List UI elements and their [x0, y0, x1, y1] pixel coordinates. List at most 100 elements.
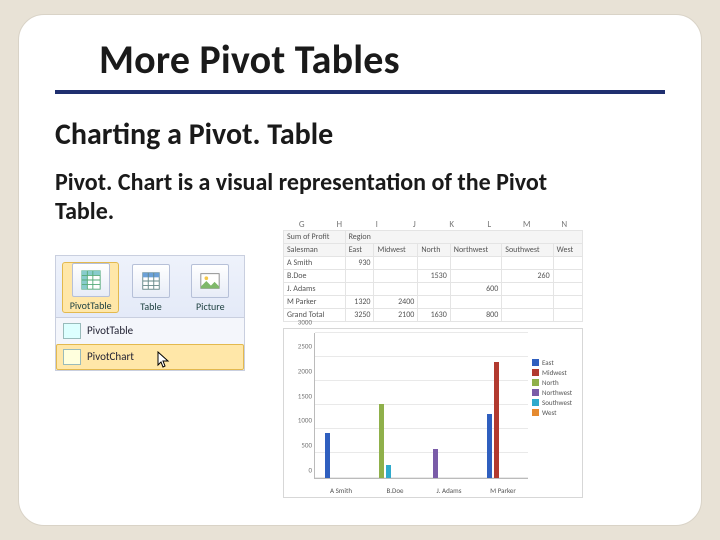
legend-item: East — [532, 358, 580, 367]
chart-bar — [379, 404, 384, 478]
menu-pivotchart-label: PivotChart — [87, 350, 134, 363]
chart-ytick: 1500 — [286, 391, 312, 400]
col-header: H — [321, 219, 359, 230]
pivot-cell: 1630 — [418, 308, 450, 321]
legend-swatch — [532, 369, 539, 376]
pivottable-label: PivotTable — [70, 299, 112, 312]
col-header: M — [508, 219, 546, 230]
chart-ytick: 2500 — [286, 342, 312, 351]
chart-ytick: 3000 — [286, 317, 312, 326]
pivot-corner: Sum of Profit — [284, 230, 346, 243]
pivottable-icon — [72, 263, 110, 297]
figures-row: PivotTable Table Picture — [55, 233, 665, 498]
chart-bar — [433, 449, 438, 478]
chart-ytick: 1000 — [286, 416, 312, 425]
chart-bar — [386, 465, 391, 478]
pivot-cell — [553, 295, 582, 308]
pivot-rowname: B.Doe — [284, 269, 346, 282]
col-header: L — [471, 219, 509, 230]
chart-legend: EastMidwestNorthNorthwestSouthwestWest — [532, 357, 580, 418]
pivot-cell: 600 — [450, 282, 501, 295]
pivot-cell — [418, 295, 450, 308]
legend-label: East — [542, 358, 554, 367]
ribbon-insert: PivotTable Table Picture — [55, 255, 245, 371]
pivot-region-label: Region — [345, 230, 582, 243]
pivot-and-chart: GHIJKLMN Sum of Profit Region SalesmanEa… — [283, 219, 583, 498]
chart-ytick: 500 — [286, 440, 312, 449]
pivot-cell — [502, 282, 553, 295]
legend-swatch — [532, 389, 539, 396]
pivot-cell: 260 — [502, 269, 553, 282]
pivot-chart: EastMidwestNorthNorthwestSouthwestWest 0… — [283, 328, 583, 498]
pivot-region: East — [345, 243, 374, 256]
col-header: N — [546, 219, 584, 230]
ribbon-buttons: PivotTable Table Picture — [56, 256, 244, 317]
pivot-region: Southwest — [502, 243, 553, 256]
pivot-cell: 1530 — [418, 269, 450, 282]
pivot-cell — [418, 256, 450, 269]
spreadsheet-column-headers: GHIJKLMN — [283, 219, 583, 230]
legend-label: West — [542, 408, 556, 417]
pivot-cell — [553, 256, 582, 269]
pivottable-dropdown: PivotTable PivotChart — [56, 317, 244, 370]
legend-label: Southwest — [542, 398, 572, 407]
pivot-cell — [502, 308, 553, 321]
pivot-cell: 800 — [450, 308, 501, 321]
chart-xtick: A Smith — [330, 486, 352, 495]
legend-label: North — [542, 378, 559, 387]
col-header: G — [283, 219, 321, 230]
pivot-cell — [553, 269, 582, 282]
mini-pivotchart-icon — [63, 349, 81, 365]
col-header: K — [433, 219, 471, 230]
chart-bar — [487, 414, 492, 478]
table-button[interactable]: Table — [123, 264, 178, 313]
table-label: Table — [140, 300, 161, 313]
legend-swatch — [532, 409, 539, 416]
cursor-icon — [157, 351, 171, 369]
legend-item: West — [532, 408, 580, 417]
pivot-cell — [553, 308, 582, 321]
col-header: I — [358, 219, 396, 230]
chart-bar — [325, 433, 330, 478]
pivot-cell — [553, 282, 582, 295]
legend-label: Northwest — [542, 388, 572, 397]
legend-item: Northwest — [532, 388, 580, 397]
chart-plot-area — [314, 333, 528, 479]
pivot-cell: 3250 — [345, 308, 374, 321]
pivot-cell — [374, 269, 418, 282]
pivot-rowlabel: Salesman — [284, 243, 346, 256]
picture-label: Picture — [196, 300, 225, 313]
chart-xtick: M Parker — [490, 486, 516, 495]
pivot-rowname: A Smith — [284, 256, 346, 269]
legend-label: Midwest — [542, 368, 567, 377]
table-icon — [132, 264, 170, 298]
chart-bar — [494, 362, 499, 478]
title-rule — [55, 90, 665, 94]
legend-swatch — [532, 399, 539, 406]
pivot-region: Midwest — [374, 243, 418, 256]
legend-item: North — [532, 378, 580, 387]
pivot-table: Sum of Profit Region SalesmanEastMidwest… — [283, 230, 583, 322]
pivot-cell — [418, 282, 450, 295]
legend-item: Southwest — [532, 398, 580, 407]
chart-ytick: 2000 — [286, 366, 312, 375]
pivot-region: West — [553, 243, 582, 256]
pivot-cell — [450, 269, 501, 282]
pivot-cell — [374, 256, 418, 269]
pivot-cell — [450, 295, 501, 308]
pivot-cell: 1320 — [345, 295, 374, 308]
picture-button[interactable]: Picture — [183, 264, 238, 313]
menu-pivottable-label: PivotTable — [87, 324, 133, 337]
pivottable-button[interactable]: PivotTable — [62, 262, 119, 313]
col-header: J — [396, 219, 434, 230]
pivot-cell: 2100 — [374, 308, 418, 321]
pivot-region: North — [418, 243, 450, 256]
pivot-cell — [502, 256, 553, 269]
pivot-cell — [345, 269, 374, 282]
chart-xtick: J. Adams — [437, 486, 462, 495]
pivot-cell — [450, 256, 501, 269]
slide-card: More Pivot Tables Charting a Pivot. Tabl… — [18, 14, 702, 526]
legend-swatch — [532, 379, 539, 386]
menu-pivotchart[interactable]: PivotChart — [56, 344, 244, 370]
menu-pivottable[interactable]: PivotTable — [56, 318, 244, 344]
